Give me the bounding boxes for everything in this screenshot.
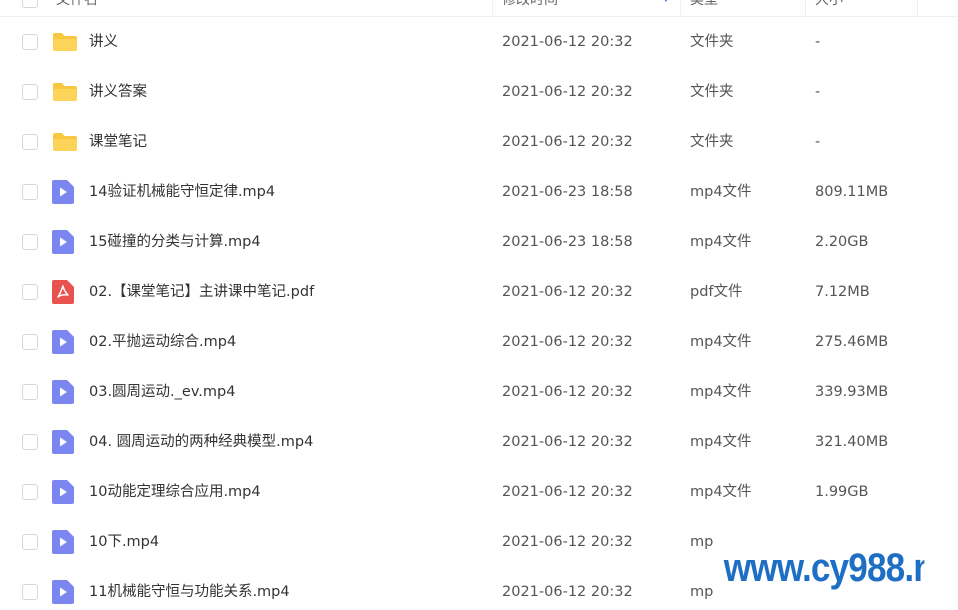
row-checkbox[interactable] [22,534,38,550]
file-row[interactable]: 课堂笔记 2021-06-12 20:32 文件夹 - [0,117,958,167]
file-size: 809.11MB [815,184,889,200]
file-type: mp4文件 [690,184,752,200]
file-type: mp4文件 [690,234,752,250]
row-checkbox[interactable] [22,184,38,200]
column-divider [805,0,806,17]
file-modified-date: 2021-06-12 20:32 [502,584,633,600]
file-name[interactable]: 11机械能守恒与功能关系.mp4 [89,567,290,610]
file-modified-date: 2021-06-23 18:58 [502,234,633,250]
file-type: mp [690,534,714,550]
select-all-checkbox[interactable] [22,0,38,8]
file-name[interactable]: 讲义答案 [89,67,147,117]
file-type: pdf文件 [690,284,743,300]
file-name[interactable]: 10下.mp4 [89,517,159,567]
file-row[interactable]: 讲义答案 2021-06-12 20:32 文件夹 - [0,67,958,117]
file-modified-date: 2021-06-12 20:32 [502,534,633,550]
column-divider [680,0,681,17]
row-checkbox[interactable] [22,34,38,50]
file-modified-date: 2021-06-12 20:32 [502,284,633,300]
file-modified-date: 2021-06-12 20:32 [502,34,633,50]
video-file-icon [52,530,76,554]
row-checkbox[interactable] [22,434,38,450]
file-name[interactable]: 课堂笔记 [89,117,147,167]
file-row[interactable]: 03.圆周运动._ev.mp4 2021-06-12 20:32 mp4文件 339.… [0,367,958,417]
file-row[interactable]: 15碰撞的分类与计算.mp4 2021-06-23 18:58 mp4文件 2.20G… [0,217,958,267]
file-modified-date: 2021-06-12 20:32 [502,134,633,150]
file-name[interactable]: 15碰撞的分类与计算.mp4 [89,217,261,267]
row-checkbox[interactable] [22,134,38,150]
row-checkbox[interactable] [22,384,38,400]
video-file-icon [52,380,76,404]
row-checkbox[interactable] [22,484,38,500]
file-modified-date: 2021-06-12 20:32 [502,384,633,400]
file-name[interactable]: 讲义 [89,17,118,67]
file-row[interactable]: 04. 圆周运动的两种经典模型.mp4 2021-06-12 20:32 mp4文件… [0,417,958,467]
file-row[interactable]: 02.平抛运动综合.mp4 2021-06-12 20:32 mp4文件 275.46… [0,317,958,367]
file-size: - [815,84,821,100]
file-size: 275.46MB [815,334,889,350]
video-file-icon [52,330,76,354]
column-divider [492,0,493,17]
file-row[interactable]: 14验证机械能守恒定律.mp4 2021-06-23 18:58 mp4文件 809.… [0,167,958,217]
file-size: - [815,34,821,50]
folder-icon [52,82,77,104]
file-type: 文件夹 [690,84,734,100]
file-name[interactable]: 10动能定理综合应用.mp4 [89,467,261,517]
file-type: mp [690,584,714,600]
file-list-header: 文件名 修改时间 类型 大小 [0,0,958,17]
file-size: 321.40MB [815,434,889,450]
sort-descending-icon[interactable] [662,0,670,2]
column-header-size[interactable]: 大小 [815,0,905,17]
file-name[interactable]: 04. 圆周运动的两种经典模型.mp4 [89,417,313,467]
row-checkbox[interactable] [22,234,38,250]
file-size: - [815,134,821,150]
video-file-icon [52,430,76,454]
file-row[interactable]: 10动能定理综合应用.mp4 2021-06-12 20:32 mp4文件 1.99G… [0,467,958,517]
file-type: 文件夹 [690,134,734,150]
file-row[interactable]: 讲义 2021-06-12 20:32 文件夹 - [0,17,958,67]
video-file-icon [52,580,76,604]
file-name[interactable]: 02.平抛运动综合.mp4 [89,317,236,367]
folder-icon [52,132,77,154]
column-header-modified[interactable]: 修改时间 [502,0,652,17]
file-modified-date: 2021-06-12 20:32 [502,434,633,450]
file-type: mp4文件 [690,484,752,500]
file-type: mp4文件 [690,384,752,400]
column-divider [917,0,918,17]
video-file-icon [52,480,76,504]
file-row[interactable]: 02.【课堂笔记】主讲课中笔记.pdf 2021-06-12 20:32 pdf文件… [0,267,958,317]
pdf-file-icon [52,280,76,304]
folder-icon [52,32,77,54]
column-header-name[interactable]: 文件名 [56,0,476,17]
watermark-text: www.cy988.net [722,546,925,590]
column-header-type[interactable]: 类型 [690,0,790,17]
file-name[interactable]: 02.【课堂笔记】主讲课中笔记.pdf [89,267,314,317]
file-size: 2.20GB [815,234,869,250]
file-size: 339.93MB [815,384,889,400]
file-modified-date: 2021-06-23 18:58 [502,184,633,200]
row-checkbox[interactable] [22,284,38,300]
file-modified-date: 2021-06-12 20:32 [502,84,633,100]
video-file-icon [52,180,76,204]
row-checkbox[interactable] [22,84,38,100]
file-size: 1.99GB [815,484,869,500]
file-modified-date: 2021-06-12 20:32 [502,334,633,350]
file-list: 讲义 2021-06-12 20:32 文件夹 - 讲义答案 2021-06-12 20:… [0,17,958,610]
file-modified-date: 2021-06-12 20:32 [502,484,633,500]
file-name[interactable]: 14验证机械能守恒定律.mp4 [89,167,275,217]
file-type: mp4文件 [690,334,752,350]
row-checkbox[interactable] [22,584,38,600]
file-name[interactable]: 03.圆周运动._ev.mp4 [89,367,235,417]
file-size: 7.12MB [815,284,870,300]
file-type: 文件夹 [690,34,734,50]
file-type: mp4文件 [690,434,752,450]
row-checkbox[interactable] [22,334,38,350]
video-file-icon [52,230,76,254]
